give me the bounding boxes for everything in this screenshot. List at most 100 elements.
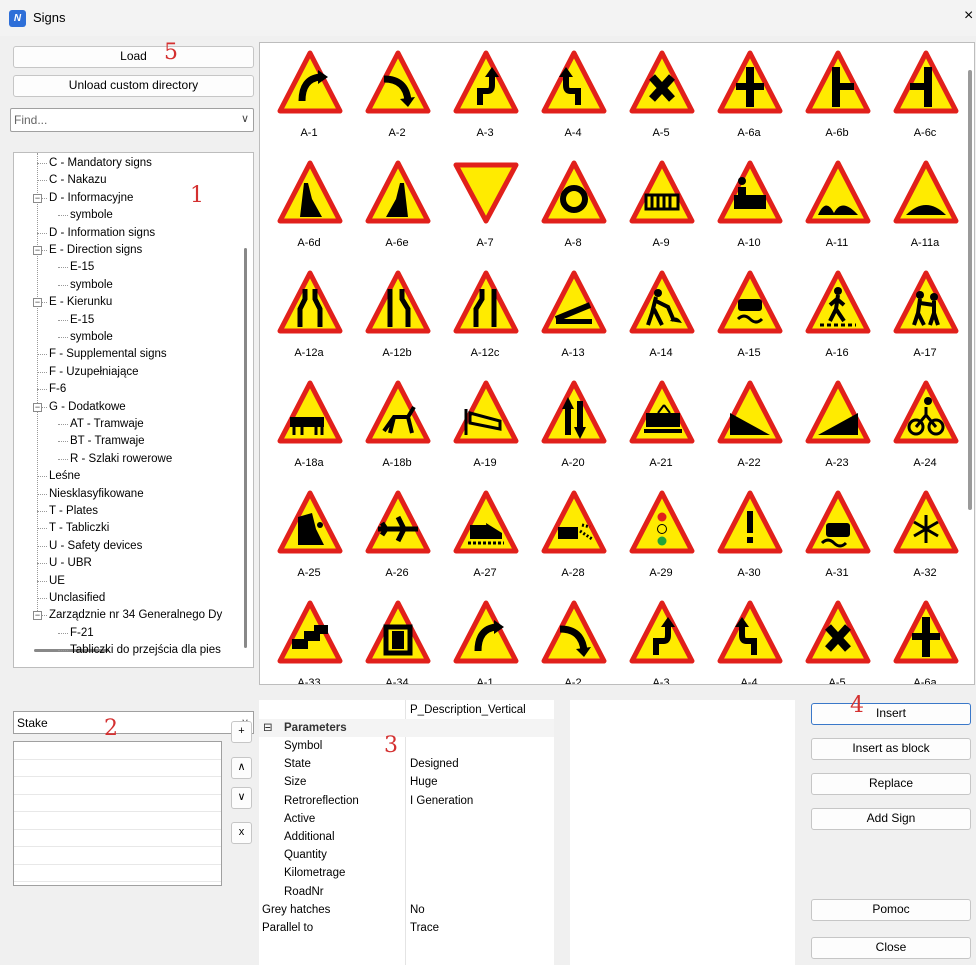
sign-tile[interactable]: A-5 — [793, 593, 881, 684]
property-row[interactable]: Retroreflection I Generation — [259, 792, 554, 810]
sign-tile[interactable]: A-6b — [793, 43, 881, 153]
tree-collapse-icon[interactable]: − — [33, 298, 42, 308]
property-value[interactable]: Designed — [410, 755, 459, 773]
sign-tile[interactable]: A-1 — [265, 43, 353, 153]
tree-item[interactable]: F - Uzupełniające — [49, 364, 138, 381]
property-value[interactable]: Trace — [410, 919, 439, 937]
tree-vertical-scrollbar[interactable] — [244, 248, 247, 648]
tree-collapse-icon[interactable]: − — [33, 193, 42, 203]
tree-item[interactable]: F-21 — [70, 625, 94, 642]
sign-tile[interactable]: A-25 — [265, 483, 353, 593]
sign-tile[interactable]: A-21 — [617, 373, 705, 483]
property-row[interactable]: Grey hatches No — [259, 901, 554, 919]
tree-item[interactable]: Niesklasyfikowane — [49, 486, 144, 503]
move-down-button[interactable]: ∨ — [231, 787, 252, 809]
tree-item[interactable]: UE — [49, 573, 65, 590]
sign-tile[interactable]: A-2 — [353, 43, 441, 153]
unload-custom-directory-button[interactable]: Unload custom directory — [13, 75, 254, 97]
tree-item[interactable]: AT - Tramwaje — [70, 416, 144, 433]
sign-tile[interactable]: A-27 — [441, 483, 529, 593]
list-item[interactable] — [14, 742, 221, 760]
tree-item[interactable]: T - Tabliczki — [49, 520, 109, 537]
sign-tile[interactable]: A-15 — [705, 263, 793, 373]
sign-tile[interactable]: A-18b — [353, 373, 441, 483]
list-item[interactable] — [14, 812, 221, 830]
sign-tile[interactable]: A-26 — [353, 483, 441, 593]
tree-item[interactable]: G - Dodatkowe — [49, 399, 126, 416]
tree-item[interactable]: T - Plates — [49, 503, 98, 520]
property-value[interactable]: No — [410, 901, 425, 919]
tree-collapse-icon[interactable]: − — [33, 246, 42, 255]
sign-tile[interactable]: A-32 — [881, 483, 969, 593]
sign-tile[interactable]: A-9 — [617, 153, 705, 263]
tree-item[interactable]: E - Kierunku — [49, 294, 112, 311]
remove-stake-button[interactable]: x — [231, 822, 252, 844]
sign-tile[interactable]: A-1 — [441, 593, 529, 684]
property-row[interactable]: Quantity — [259, 846, 554, 864]
sign-tile[interactable]: A-22 — [705, 373, 793, 483]
sign-tile[interactable]: A-34 — [353, 593, 441, 684]
tree-collapse-icon[interactable]: − — [33, 611, 42, 621]
sign-tile[interactable]: A-13 — [529, 263, 617, 373]
sign-gallery[interactable]: A-1 A-2 A-3 A-4 A-5 A-6a A-6b A-6c A-6d A-6e A-7 A-… — [259, 42, 975, 685]
sign-tile[interactable]: A-19 — [441, 373, 529, 483]
tree-item[interactable]: symbole — [70, 329, 113, 346]
tree-item[interactable]: Unclasified — [49, 590, 105, 607]
list-item[interactable] — [14, 865, 221, 882]
gallery-scrollbar[interactable] — [968, 70, 972, 510]
sign-tile[interactable]: A-33 — [265, 593, 353, 684]
list-item[interactable] — [14, 847, 221, 865]
add-sign-button[interactable]: Add Sign — [811, 808, 971, 830]
property-row[interactable]: Symbol — [259, 737, 554, 755]
tree-item[interactable]: BT - Tramwaje — [70, 433, 145, 450]
sign-tile[interactable]: A-2 — [529, 593, 617, 684]
sign-tile[interactable]: A-6c — [881, 43, 969, 153]
list-item[interactable] — [14, 760, 221, 777]
list-item[interactable] — [14, 795, 221, 812]
tree-item[interactable]: E-15 — [70, 312, 94, 329]
tree-item[interactable]: Leśne — [49, 468, 80, 485]
sign-tile[interactable]: A-6a — [881, 593, 969, 684]
tree-item[interactable]: E-15 — [70, 259, 94, 276]
sign-tile[interactable]: A-23 — [793, 373, 881, 483]
stake-list[interactable] — [13, 741, 222, 886]
list-item[interactable] — [14, 830, 221, 847]
property-row[interactable]: RoadNr — [259, 883, 554, 901]
category-tree[interactable]: C - Mandatory signs C - Nakazu − D - Inform… — [13, 152, 254, 668]
tree-item[interactable]: U - UBR — [49, 555, 92, 572]
tree-item[interactable]: D - Informacyjne — [49, 190, 133, 207]
close-window-icon[interactable]: × — [964, 7, 973, 25]
property-value[interactable]: Huge — [410, 773, 438, 791]
tree-item[interactable]: F-6 — [49, 381, 66, 398]
tree-item[interactable]: Tabliczki do przejścia dla pies — [70, 642, 221, 659]
tree-item[interactable]: symbole — [70, 207, 113, 224]
tree-item[interactable]: U - Safety devices — [49, 538, 142, 555]
sign-tile[interactable]: A-6a — [705, 43, 793, 153]
tree-item[interactable]: E - Direction signs — [49, 242, 142, 259]
sign-tile[interactable]: A-6e — [353, 153, 441, 263]
sign-tile[interactable]: A-3 — [617, 593, 705, 684]
sign-tile[interactable]: A-31 — [793, 483, 881, 593]
insert-as-block-button[interactable]: Insert as block — [811, 738, 971, 760]
sign-tile[interactable]: A-5 — [617, 43, 705, 153]
property-row[interactable]: Parallel to Trace — [259, 919, 554, 937]
stake-dropdown[interactable]: Stake ∨ — [13, 711, 254, 734]
sign-tile[interactable]: A-29 — [617, 483, 705, 593]
property-row[interactable]: Additional — [259, 828, 554, 846]
property-row[interactable]: Active — [259, 810, 554, 828]
parameters-group-row[interactable]: ⊟ Parameters — [259, 719, 554, 737]
tree-item[interactable]: R - Szlaki rowerowe — [70, 451, 172, 468]
sign-tile[interactable]: A-11a — [881, 153, 969, 263]
collapse-icon[interactable]: ⊟ — [263, 719, 273, 737]
insert-button[interactable]: Insert — [811, 703, 971, 725]
sign-tile[interactable]: A-6d — [265, 153, 353, 263]
sign-tile[interactable]: A-17 — [881, 263, 969, 373]
add-stake-button[interactable]: + — [231, 721, 252, 743]
replace-button[interactable]: Replace — [811, 773, 971, 795]
load-button[interactable]: Load — [13, 46, 254, 68]
sign-tile[interactable]: A-12b — [353, 263, 441, 373]
property-row[interactable]: Kilometrage — [259, 864, 554, 882]
tree-item[interactable]: F - Supplemental signs — [49, 346, 167, 363]
sign-tile[interactable]: A-4 — [529, 43, 617, 153]
sign-tile[interactable]: A-14 — [617, 263, 705, 373]
